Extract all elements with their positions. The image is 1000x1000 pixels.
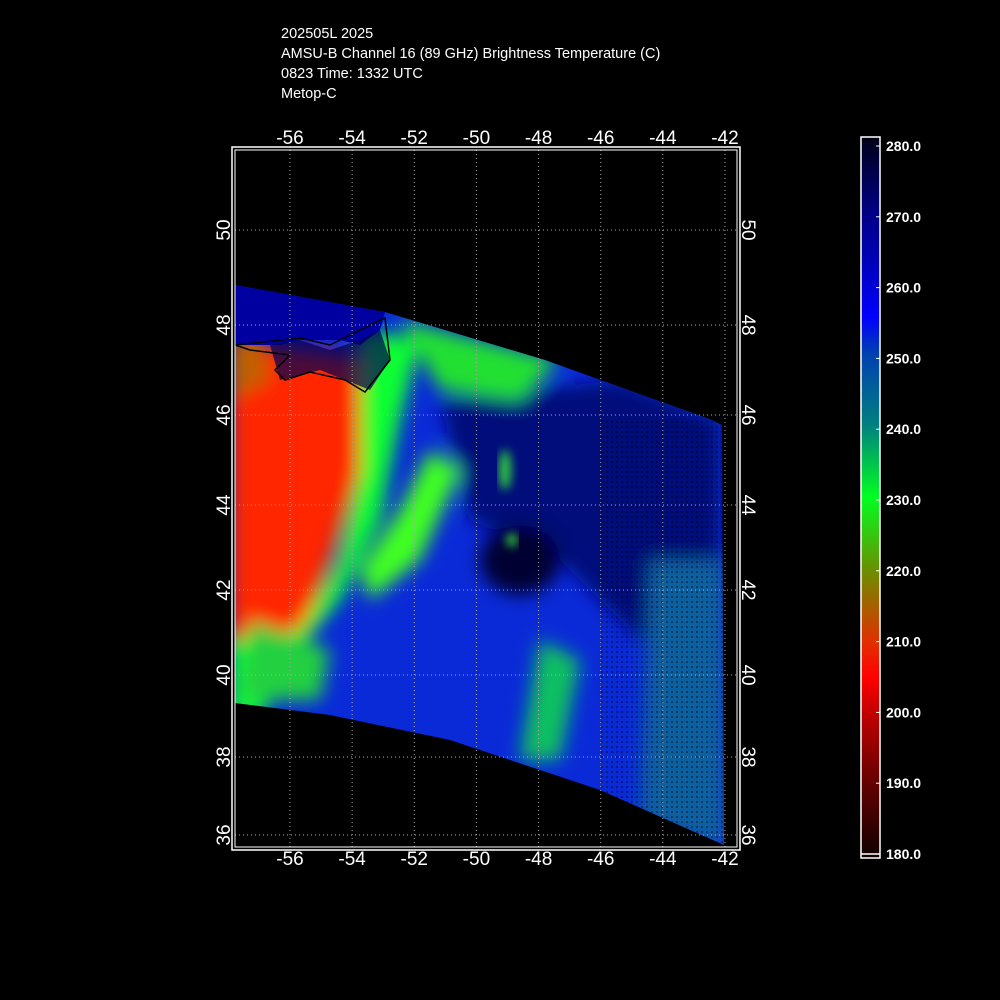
colorbar-label: 240.0 [886,421,921,437]
lon-label-bottom: -52 [401,849,428,870]
lat-label-right: 46 [737,404,758,425]
colorbar-label: 260.0 [886,280,921,296]
colorbar-label: 180.0 [886,846,921,862]
lat-label-left: 38 [214,746,235,767]
lat-label-right: 38 [737,746,758,767]
lon-label-bottom: -56 [276,849,303,870]
lon-label-top: -52 [401,128,428,149]
lon-label-top: -56 [276,128,303,149]
lat-label-right: 42 [737,579,758,600]
lon-label-bottom: -46 [587,849,614,870]
lat-label-right: 40 [737,664,758,685]
lon-label-bottom: -44 [649,849,677,870]
lat-label-left: 48 [214,314,235,335]
colorbar-label: 270.0 [886,209,921,225]
colorbar-label: 210.0 [886,634,921,650]
lat-label-right: 50 [737,219,758,240]
lat-label-left: 44 [214,494,235,516]
colorbar-label: 280.0 [886,138,921,154]
colorbar [860,136,881,859]
colorbar-label: 250.0 [886,350,921,366]
colorbar-label: 200.0 [886,704,921,720]
lat-label-left: 40 [214,664,235,685]
lat-label-left: 42 [214,579,235,600]
lat-label-right: 48 [737,314,758,335]
lat-label-left: 46 [214,404,235,425]
lon-label-top: -42 [711,128,738,149]
lon-label-bottom: -48 [525,849,552,870]
colorbar-label: 230.0 [886,492,921,508]
colorbar-label: 220.0 [886,563,921,579]
satellite-image-page: 202505L 2025 AMSU-B Channel 16 (89 GHz) … [0,0,1000,1000]
map-plot: -56 -56 -54 -54 -52 -52 -50 -50 -48 -48 -46 -46 -44 -… [214,128,921,870]
colorbar-ticks: 280.0 270.0 260.0 250.0 240.0 230.0 220.0 210.0… [876,138,921,862]
lon-label-top: -48 [525,128,552,149]
brightness-temperature-swath [235,285,724,845]
lon-label-top: -46 [587,128,614,149]
lat-label-left: 50 [214,219,235,240]
colorbar-label: 190.0 [886,775,921,791]
lon-label-top: -44 [649,128,677,149]
lon-label-bottom: -42 [711,849,738,870]
lat-label-right: 36 [737,824,758,845]
lon-label-top: -54 [338,128,366,149]
lat-label-left: 36 [214,824,235,845]
lon-label-bottom: -54 [338,849,366,870]
lon-label-bottom: -50 [463,849,490,870]
lat-label-right: 44 [737,494,758,516]
lon-label-top: -50 [463,128,490,149]
